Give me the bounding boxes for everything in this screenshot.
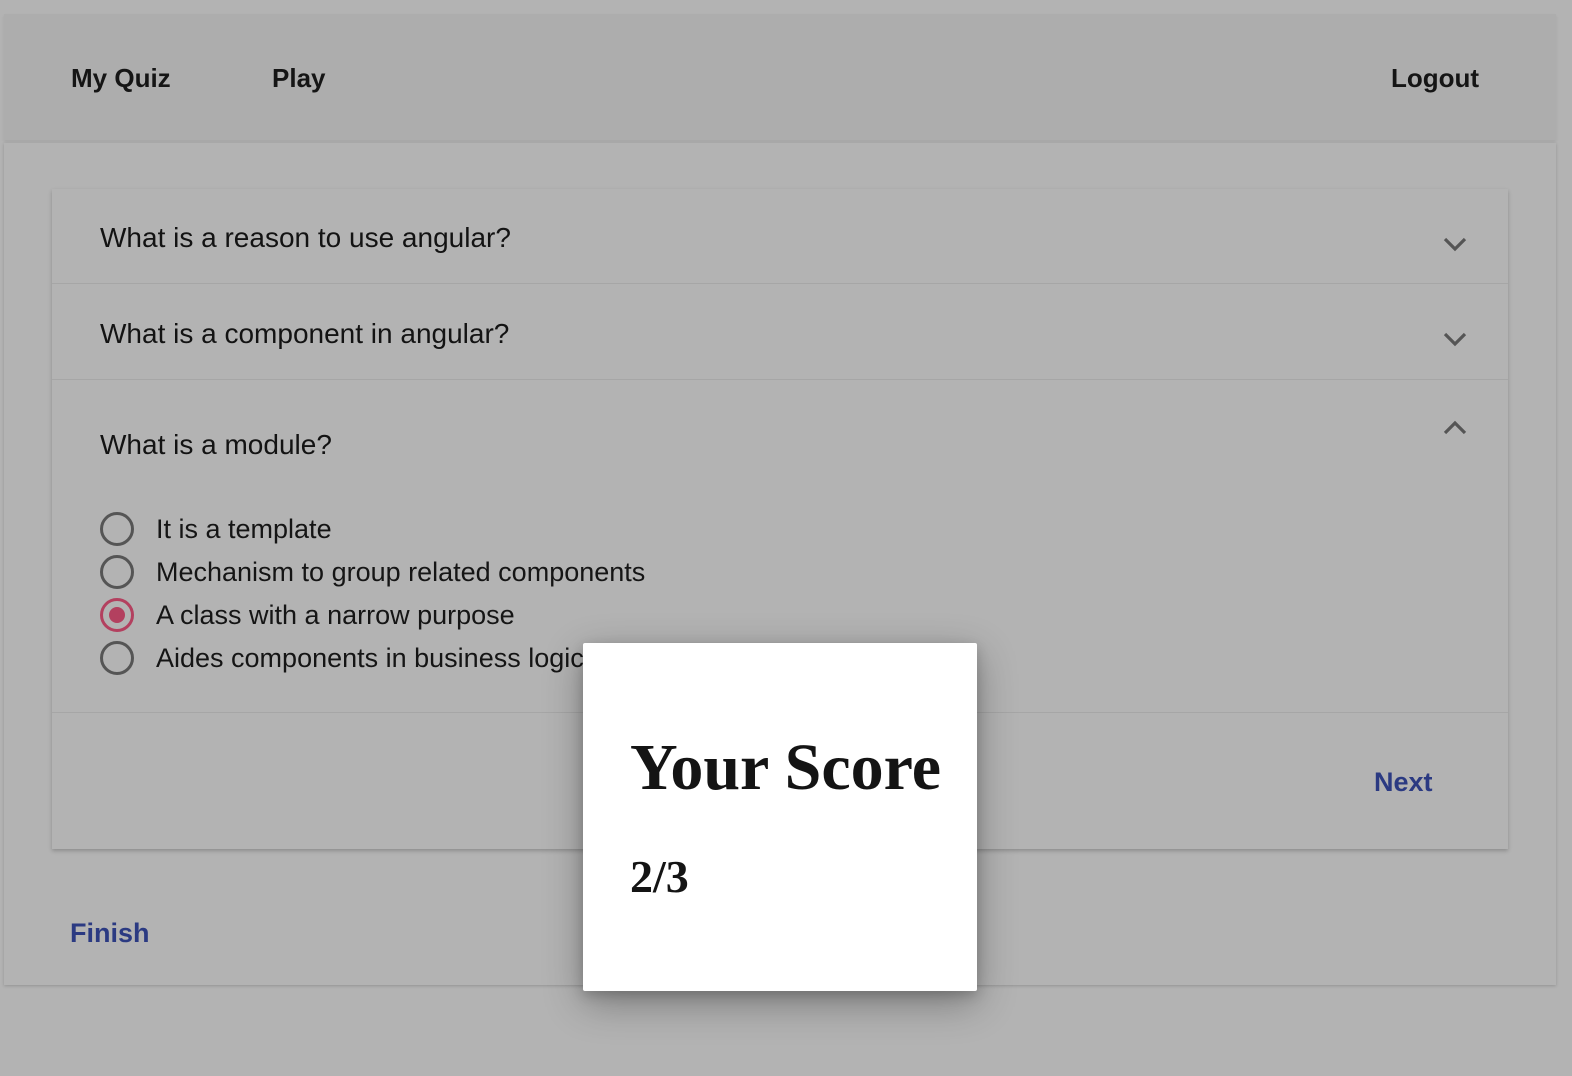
- score-dialog: Your Score 2/3: [583, 643, 977, 991]
- finish-button[interactable]: Finish: [70, 916, 150, 950]
- question-panel-header-3[interactable]: What is a module?: [52, 380, 1508, 492]
- question-title: What is a reason to use angular?: [100, 222, 511, 253]
- next-button[interactable]: Next: [1374, 765, 1433, 799]
- radio-button[interactable]: [100, 555, 134, 589]
- chevron-down-icon: [1443, 237, 1467, 252]
- radio-button-selected[interactable]: [100, 598, 134, 632]
- question-title: What is a component in angular?: [100, 318, 510, 349]
- answer-option-label: Aides components in business logic: [156, 643, 584, 673]
- top-toolbar: My Quiz Play Logout: [4, 14, 1556, 140]
- answer-option-label: It is a template: [156, 514, 332, 544]
- nav-my-quiz[interactable]: My Quiz: [71, 62, 171, 94]
- answer-option-label: A class with a narrow purpose: [156, 600, 515, 630]
- dialog-title: Your Score: [630, 731, 942, 804]
- score-value: 2/3: [630, 851, 689, 902]
- radio-button[interactable]: [100, 512, 134, 546]
- chevron-down-icon: [1443, 332, 1467, 347]
- question-title: What is a module?: [100, 429, 332, 460]
- chevron-up-icon: [1443, 420, 1467, 435]
- logout-link[interactable]: Logout: [1391, 62, 1479, 94]
- question-panel-header-2[interactable]: What is a component in angular?: [52, 284, 1508, 379]
- radio-button[interactable]: [100, 641, 134, 675]
- question-panel-header-1[interactable]: What is a reason to use angular?: [52, 189, 1508, 283]
- nav-play[interactable]: Play: [272, 62, 326, 94]
- answer-option-label: Mechanism to group related components: [156, 557, 646, 587]
